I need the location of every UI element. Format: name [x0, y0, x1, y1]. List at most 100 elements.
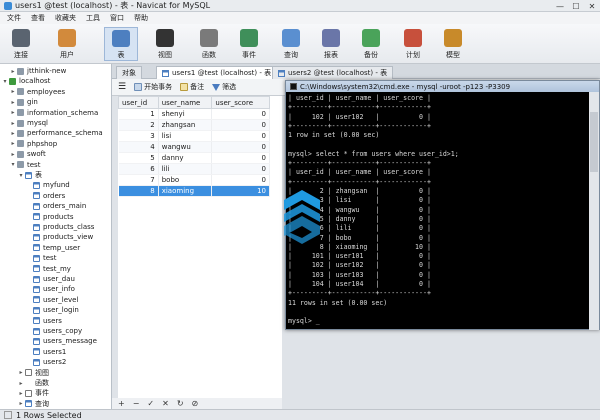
cmd-window[interactable]: C:\Windows\system32\cmd.exe - mysql -uro… — [285, 80, 600, 330]
tree-item[interactable]: products — [26, 212, 74, 222]
toolbar-report-button[interactable]: 报表 — [314, 27, 348, 61]
cell-user-score[interactable]: 0 — [211, 119, 270, 131]
cell-user-name[interactable]: lili — [158, 163, 213, 175]
tree-item[interactable]: ▸ jtthink-new — [10, 66, 66, 76]
toolbar-model-button[interactable]: 模型 — [436, 27, 470, 61]
tree-item[interactable]: ▸ gin — [10, 97, 37, 107]
tree-item[interactable]: myfund — [26, 180, 70, 190]
expanded-arrow-icon[interactable]: ▾ — [2, 78, 8, 85]
tree-item[interactable]: ▸ performance_schema — [10, 128, 102, 138]
menu-toggle-button[interactable]: ☰ — [118, 82, 126, 92]
menu-view[interactable]: 查看 — [31, 13, 45, 23]
note-button[interactable]: 备注 — [180, 82, 204, 92]
apply-button[interactable]: ✓ — [147, 399, 154, 408]
tab-users1[interactable]: users1 @test (localhost) - 表 — [156, 66, 278, 79]
table-row[interactable]: 2 zhangsan 0 — [118, 119, 270, 131]
cmd-scrollbar[interactable] — [589, 92, 599, 330]
tree-item[interactable]: users_message — [26, 336, 97, 346]
minimize-button[interactable]: — — [552, 0, 568, 12]
tab-objects[interactable]: 对象 — [116, 66, 142, 79]
table-row[interactable]: 7 bobo 0 — [118, 174, 270, 186]
table-row[interactable]: 8 xiaoming 10 — [118, 185, 270, 197]
cell-user-name[interactable]: lisi — [158, 130, 213, 142]
collapsed-arrow-icon[interactable]: ▸ — [10, 68, 16, 75]
collapsed-arrow-icon[interactable]: ▸ — [10, 151, 16, 158]
tab-users2[interactable]: users2 @test (localhost) - 表 — [272, 66, 394, 79]
toolbar-query-button[interactable]: 查询 — [274, 27, 308, 61]
cell-user-id[interactable]: 1 — [118, 108, 159, 120]
table-row[interactable]: 5 danny 0 — [118, 152, 270, 164]
collapsed-arrow-icon[interactable]: ▸ — [18, 400, 24, 407]
cell-user-name[interactable]: bobo — [158, 174, 213, 186]
stop-button[interactable]: ⊘ — [192, 399, 199, 408]
tree-item[interactable]: ▸ information_schema — [10, 108, 98, 118]
column-header-user-score[interactable]: user_score — [211, 96, 270, 109]
tree-item[interactable]: users_copy — [26, 326, 82, 336]
tree-item[interactable]: products_view — [26, 232, 93, 242]
collapsed-arrow-icon[interactable]: ▸ — [18, 380, 24, 387]
tree-item[interactable]: orders_main — [26, 201, 86, 211]
delete-record-button[interactable]: − — [133, 399, 140, 408]
tree-item[interactable]: user_level — [26, 295, 78, 305]
collapsed-arrow-icon[interactable]: ▸ — [10, 99, 16, 106]
menu-help[interactable]: 帮助 — [134, 13, 148, 23]
menu-favorites[interactable]: 收藏夹 — [55, 13, 76, 23]
tree-item[interactable]: ▸ phpshop — [10, 139, 57, 149]
add-record-button[interactable]: + — [118, 399, 125, 408]
tree-item[interactable]: orders — [26, 191, 65, 201]
tree-item[interactable]: user_info — [26, 284, 75, 294]
discard-button[interactable]: ✕ — [162, 399, 169, 408]
tree-item[interactable]: ▾ test — [10, 160, 40, 170]
tree-item[interactable]: ▸ mysql — [10, 118, 48, 128]
cell-user-score[interactable]: 0 — [211, 174, 270, 186]
cell-user-name[interactable]: zhangsan — [158, 119, 213, 131]
toolbar-backup-button[interactable]: 备份 — [354, 27, 388, 61]
begin-transaction-button[interactable]: 开始事务 — [134, 82, 172, 92]
table-row[interactable]: 6 lili 0 — [118, 163, 270, 175]
collapsed-arrow-icon[interactable]: ▸ — [10, 140, 16, 147]
collapsed-arrow-icon[interactable]: ▸ — [18, 369, 24, 376]
tree-item[interactable]: users — [26, 316, 62, 326]
table-row[interactable]: 3 lisi 0 — [118, 130, 270, 142]
expanded-arrow-icon[interactable]: ▾ — [18, 172, 24, 179]
close-button[interactable]: ✕ — [584, 0, 600, 12]
toolbar-calendar-button[interactable]: 计划 — [396, 27, 430, 61]
tree-item[interactable]: ▸ swoft — [10, 149, 45, 159]
maximize-button[interactable]: ☐ — [568, 0, 584, 12]
collapsed-arrow-icon[interactable]: ▸ — [18, 390, 24, 397]
tree-item[interactable]: ▸ employees — [10, 87, 65, 97]
collapsed-arrow-icon[interactable]: ▸ — [10, 120, 16, 127]
toolbar-user-button[interactable]: 用户 — [50, 27, 84, 61]
collapsed-arrow-icon[interactable]: ▸ — [10, 109, 16, 116]
tree-item[interactable]: users2 — [26, 357, 66, 367]
cell-user-id[interactable]: 2 — [118, 119, 159, 131]
column-header-user-id[interactable]: user_id — [118, 96, 159, 109]
cell-user-id[interactable]: 4 — [118, 141, 159, 153]
tree-item[interactable]: ▸ 查询 — [18, 399, 49, 409]
tree-item[interactable]: temp_user — [26, 243, 80, 253]
tree-item[interactable]: products_class — [26, 222, 94, 232]
menu-tools[interactable]: 工具 — [86, 13, 100, 23]
filter-button[interactable]: 筛选 — [212, 82, 236, 92]
cmd-title-bar[interactable]: C:\Windows\system32\cmd.exe - mysql -uro… — [286, 81, 599, 92]
refresh-button[interactable]: ↻ — [177, 399, 184, 408]
cell-user-id[interactable]: 6 — [118, 163, 159, 175]
tree-item[interactable]: user_dau — [26, 274, 75, 284]
cell-user-id[interactable]: 7 — [118, 174, 159, 186]
toolbar-glasses-button[interactable]: 视图 — [148, 27, 182, 61]
cell-user-id[interactable]: 3 — [118, 130, 159, 142]
tree-item[interactable]: test_my — [26, 264, 71, 274]
toolbar-table-button[interactable]: 表 — [104, 27, 138, 61]
table-row[interactable]: 1 shenyi 0 — [118, 108, 270, 120]
table-row[interactable]: 4 wangwu 0 — [118, 141, 270, 153]
tree-item[interactable]: test — [26, 253, 56, 263]
tree-item[interactable]: ▸ 视图 — [18, 368, 49, 378]
cell-user-score[interactable]: 0 — [211, 141, 270, 153]
tree-item[interactable]: ▸ 函数 — [18, 378, 49, 388]
console-output[interactable]: | user_id | user_name | user_score | +---… — [288, 94, 588, 328]
cell-user-name[interactable]: xiaoming — [158, 185, 213, 197]
collapsed-arrow-icon[interactable]: ▸ — [10, 130, 16, 137]
toolbar-event-button[interactable]: 事件 — [232, 27, 266, 61]
cell-user-id[interactable]: 5 — [118, 152, 159, 164]
tree-item[interactable]: users1 — [26, 347, 66, 357]
